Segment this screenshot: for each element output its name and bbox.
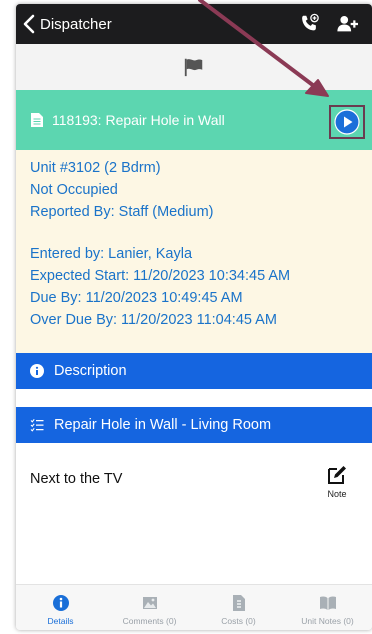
info-icon [52, 595, 69, 611]
entered-by-text: Entered by: Lanier, Kayla [30, 246, 193, 262]
tab-unit-notes[interactable]: Unit Notes (0) [283, 585, 372, 630]
edit-note-icon [328, 466, 346, 484]
play-circle-icon [334, 109, 360, 135]
tab-details[interactable]: Details [16, 585, 105, 630]
tab-unit-notes-label: Unit Notes (0) [301, 616, 354, 626]
info-icon [30, 364, 44, 378]
flag-icon[interactable] [183, 56, 205, 78]
book-icon [319, 596, 336, 610]
note-text: Next to the TV [30, 471, 123, 487]
checklist-icon [30, 418, 44, 432]
phone-add-icon[interactable] [298, 13, 320, 35]
document-icon [31, 113, 43, 127]
person-add-icon[interactable] [336, 13, 358, 35]
back-label: Dispatcher [40, 15, 112, 33]
flag-row [16, 44, 372, 90]
image-icon [142, 597, 157, 609]
over-due-by-text: Over Due By: 11/20/2023 11:04:45 AM [30, 312, 277, 328]
note-button[interactable]: Note [322, 464, 352, 499]
start-work-button[interactable] [329, 105, 365, 139]
tab-details-label: Details [47, 616, 74, 626]
task-label: Repair Hole in Wall - Living Room [54, 417, 272, 433]
description-bar[interactable]: Description [16, 353, 372, 389]
tab-costs[interactable]: Costs (0) [194, 585, 283, 630]
reported-by-text: Reported By: Staff (Medium) [30, 204, 214, 220]
back-button[interactable]: Dispatcher [16, 4, 112, 44]
description-label: Description [54, 363, 127, 379]
phone-screen: Dispatcher 118193: Repair Hole in Wall U… [16, 4, 372, 630]
due-by-text: Due By: 11/20/2023 10:49:45 AM [30, 290, 243, 306]
occupancy-text: Not Occupied [30, 182, 118, 198]
chevron-left-icon [23, 14, 35, 34]
details-spacer [30, 223, 372, 243]
tab-comments-label: Comments (0) [122, 616, 177, 626]
expected-start-text: Expected Start: 11/20/2023 10:34:45 AM [30, 268, 291, 284]
task-bar[interactable]: Repair Hole in Wall - Living Room [16, 407, 372, 443]
bottom-tab-bar: Details Comments (0) Costs (0) Unit Note… [16, 584, 372, 630]
tab-comments[interactable]: Comments (0) [105, 585, 194, 630]
note-area: Next to the TV Note [16, 443, 372, 583]
work-order-details: Unit #3102 (2 Bdrm) Not Occupied Reporte… [16, 150, 372, 353]
invoice-icon [232, 595, 245, 611]
work-order-header: 118193: Repair Hole in Wall [16, 90, 372, 150]
tab-costs-label: Costs (0) [221, 616, 256, 626]
unit-text: Unit #3102 (2 Bdrm) [30, 160, 161, 176]
top-navigation-bar: Dispatcher [16, 4, 372, 44]
note-button-label: Note [327, 489, 347, 499]
work-order-title: 118193: Repair Hole in Wall [52, 112, 225, 128]
